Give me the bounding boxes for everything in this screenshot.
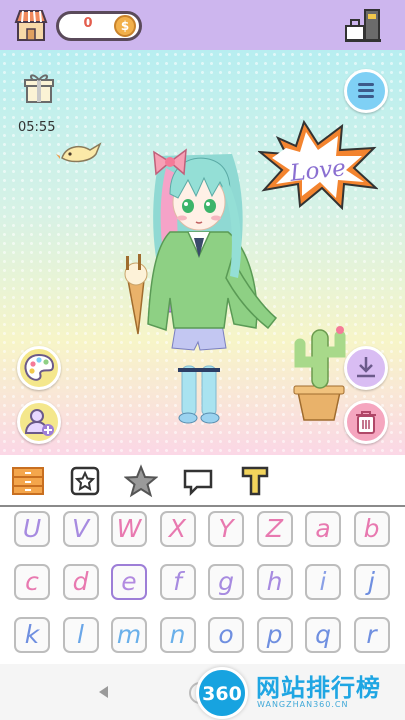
star-icon[interactable] (124, 464, 158, 498)
letter-tile-n[interactable]: n (159, 617, 196, 653)
drawer-icon[interactable] (11, 464, 45, 498)
watermark-logo: 360 (196, 667, 248, 719)
letter-tile-r[interactable]: r (353, 617, 390, 653)
delete-button[interactable] (344, 400, 388, 444)
letter-tile-p[interactable]: p (256, 617, 293, 653)
menu-icon-line (358, 89, 374, 92)
letter-tile-g[interactable]: g (208, 564, 244, 600)
category-bar (0, 455, 405, 507)
star-frame-icon[interactable] (68, 464, 102, 498)
add-character-button[interactable] (17, 400, 61, 444)
letter-tile-k[interactable]: k (14, 617, 50, 653)
coin-icon: $ (114, 15, 136, 37)
download-icon (357, 357, 375, 378)
kitchen-icon[interactable] (343, 8, 383, 44)
watermark-logo-text: 360 (202, 683, 242, 705)
top-bar: 0 $ (0, 0, 405, 50)
text-tool-icon[interactable] (238, 464, 272, 498)
timer-label: 05:55 (18, 120, 56, 135)
palette-icon (24, 353, 55, 381)
palette-button[interactable] (17, 346, 61, 390)
letter-tile-l[interactable]: l (62, 617, 99, 653)
letter-tile-a[interactable]: a (305, 511, 341, 547)
shop-icon[interactable] (14, 8, 48, 42)
letter-tile-c[interactable]: c (14, 564, 50, 600)
back-icon[interactable] (96, 684, 112, 700)
letter-tile-b[interactable]: b (353, 511, 390, 547)
letter-tile-h[interactable]: h (256, 564, 293, 600)
letter-tile-V[interactable]: V (62, 511, 99, 547)
letter-tile-i[interactable]: i (305, 564, 341, 600)
coin-counter: 0 $ (56, 11, 142, 41)
letter-tile-W[interactable]: W (111, 511, 147, 547)
letter-tile-q[interactable]: q (305, 617, 341, 653)
bird-decoration (56, 142, 102, 163)
menu-icon-line (358, 83, 374, 86)
download-button[interactable] (344, 346, 388, 390)
dressup-stage: 05:55 Love (0, 50, 405, 455)
letter-tile-X[interactable]: X (159, 511, 196, 547)
letter-tile-e[interactable]: e (111, 564, 147, 600)
letter-tile-Y[interactable]: Y (208, 511, 244, 547)
letter-tile-m[interactable]: m (111, 617, 147, 653)
add-user-icon (24, 409, 54, 436)
letter-tile-U[interactable]: U (14, 511, 50, 547)
menu-button[interactable] (344, 69, 388, 113)
letter-tile-f[interactable]: f (159, 564, 196, 600)
letter-tile-j[interactable]: j (353, 564, 390, 600)
menu-icon-line (358, 95, 374, 98)
letter-tile-o[interactable]: o (208, 617, 244, 653)
letter-sticker-grid: UVWXYZabcdefghijklmnopqrstuvwxyz (0, 507, 405, 664)
speech-bubble-icon[interactable] (181, 464, 215, 498)
gift-icon[interactable] (24, 72, 54, 104)
letter-tile-d[interactable]: d (62, 564, 99, 600)
coin-count: 0 (83, 16, 93, 31)
watermark-url: WANGZHAN360.CN (257, 700, 349, 709)
letter-tile-Z[interactable]: Z (256, 511, 293, 547)
watermark-title: 网站排行榜 (256, 674, 381, 702)
trash-icon (356, 411, 376, 434)
anime-character (124, 148, 278, 424)
